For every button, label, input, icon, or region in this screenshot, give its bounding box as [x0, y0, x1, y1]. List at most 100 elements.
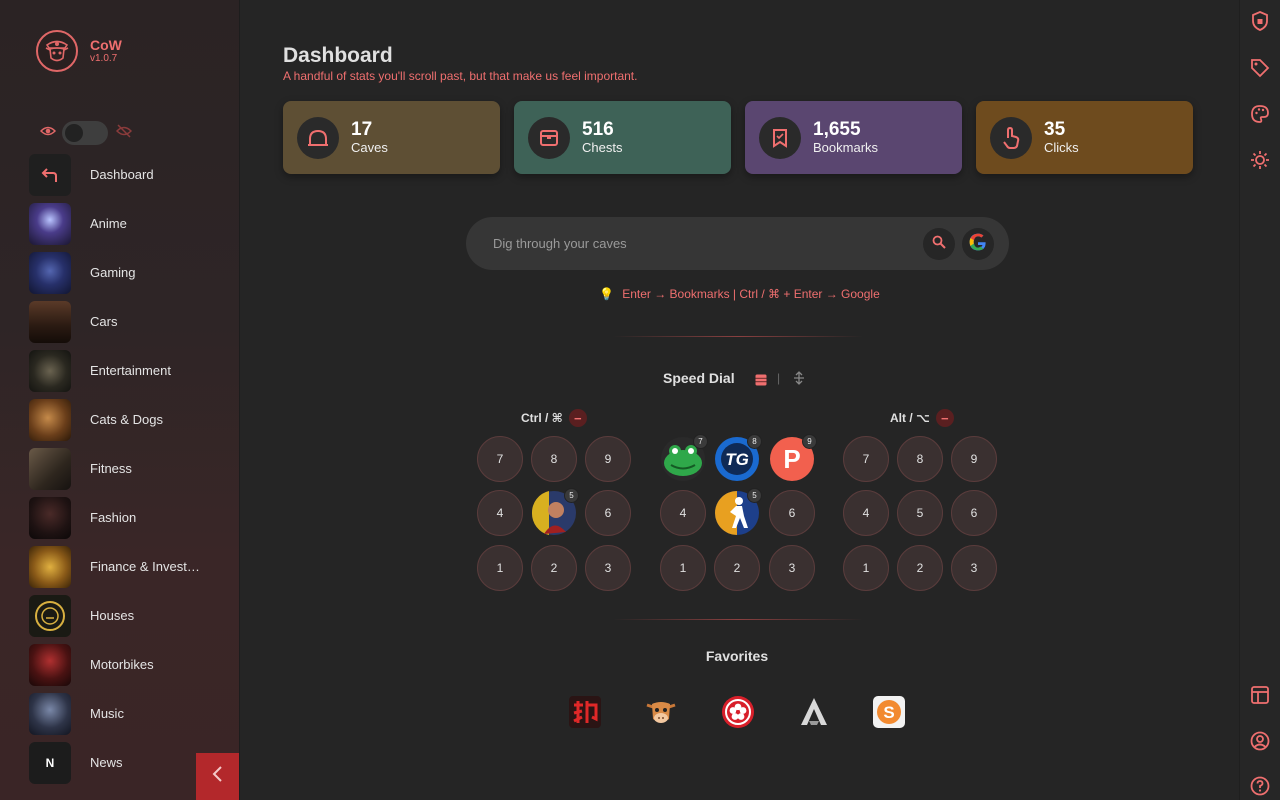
- slot-badge: 7: [693, 434, 708, 449]
- page-title: Dashboard: [283, 44, 393, 67]
- sidebar-item-cars[interactable]: Cars: [29, 297, 229, 346]
- sidebar-item-fashion[interactable]: Fashion: [29, 493, 229, 542]
- stat-value: 516: [582, 118, 614, 140]
- speed-dial-slot[interactable]: 9: [585, 436, 631, 482]
- google-icon: [968, 232, 988, 257]
- bulb-icon: 💡: [599, 287, 615, 301]
- speed-dial-slot[interactable]: 6: [585, 490, 631, 536]
- eye-off-icon: [115, 123, 133, 144]
- tag-icon[interactable]: [1249, 57, 1271, 79]
- sun-icon[interactable]: [1249, 149, 1271, 171]
- sidebar-item-houses[interactable]: Houses: [29, 591, 229, 640]
- eye-icon: [39, 123, 57, 144]
- sidebar-item-motorbikes[interactable]: Motorbikes: [29, 640, 229, 689]
- sidebar-item-dashboard[interactable]: Dashboard: [29, 150, 229, 199]
- move-icon[interactable]: [793, 371, 805, 385]
- orange-s-icon: S: [873, 696, 905, 728]
- speed-dial-slot[interactable]: 3: [951, 545, 997, 591]
- search-input[interactable]: [493, 236, 893, 251]
- speed-dial-slot[interactable]: 1: [477, 545, 523, 591]
- collapse-sidebar-button[interactable]: [196, 753, 239, 800]
- favorites-title: Favorites: [705, 648, 769, 664]
- speed-dial-slot-filled[interactable]: P 9: [769, 434, 817, 482]
- right-rail: [1239, 0, 1280, 800]
- entertainment-thumb-icon: [29, 349, 71, 392]
- stat-card-bookmarks[interactable]: 1,655 Bookmarks: [745, 101, 962, 174]
- svg-text:S: S: [883, 703, 894, 722]
- palette-icon[interactable]: [1249, 103, 1271, 125]
- main-content: Dashboard A handful of stats you'll scro…: [240, 0, 1239, 800]
- speed-dial-slot-filled[interactable]: 5: [714, 488, 762, 536]
- stat-value: 35: [1044, 118, 1066, 140]
- speed-dial-slot[interactable]: 4: [660, 490, 706, 536]
- speed-dial-slot[interactable]: 1: [843, 545, 889, 591]
- sidebar-item-music[interactable]: Music: [29, 689, 229, 738]
- speed-dial-slot[interactable]: 8: [897, 436, 943, 482]
- favorite-item[interactable]: [721, 695, 755, 729]
- help-icon[interactable]: [1249, 775, 1271, 797]
- speed-dial-slot[interactable]: 2: [897, 545, 943, 591]
- speed-dial-slot-filled[interactable]: 5: [531, 488, 579, 536]
- svg-text:P: P: [783, 444, 800, 474]
- speed-dial-slot[interactable]: 6: [951, 490, 997, 536]
- sidebar-item-label: Houses: [90, 608, 135, 623]
- sidebar-nav: Dashboard Anime Gaming Cars Entertainmen…: [29, 150, 229, 787]
- speed-dial-slot[interactable]: 2: [531, 545, 577, 591]
- speed-dial-slot[interactable]: 4: [843, 490, 889, 536]
- speed-dial-slot-filled[interactable]: TG 8: [714, 434, 762, 482]
- stat-card-clicks[interactable]: 35 Clicks: [976, 101, 1193, 174]
- brand-version: v1.0.7: [90, 53, 118, 64]
- search-button[interactable]: [923, 228, 955, 260]
- speed-dial-separator: |: [777, 371, 781, 385]
- favorite-item[interactable]: [797, 695, 831, 729]
- stat-card-caves[interactable]: 17 Caves: [283, 101, 500, 174]
- svg-text:TG: TG: [725, 450, 749, 469]
- search-icon: [932, 235, 946, 254]
- stat-card-chests[interactable]: 516 Chests: [514, 101, 731, 174]
- grid-view-icon[interactable]: [755, 373, 767, 386]
- speed-dial-slot[interactable]: 5: [897, 490, 943, 536]
- search-hint-text: Enter → Bookmarks | Ctrl / ⌘ + Enter → G…: [622, 287, 880, 301]
- sidebar-item-fitness[interactable]: Fitness: [29, 444, 229, 493]
- sidebar-item-label: Music: [90, 706, 124, 721]
- layout-icon[interactable]: [1249, 684, 1271, 706]
- sidebar-item-label: Fashion: [90, 510, 137, 525]
- speed-dial-slot[interactable]: 6: [769, 490, 815, 536]
- divider: [613, 619, 863, 620]
- brand[interactable]: CoW v1.0.7: [36, 30, 122, 72]
- shield-icon[interactable]: [1249, 10, 1271, 32]
- speed-dial-slot[interactable]: 7: [477, 436, 523, 482]
- sidebar-item-cats-dogs[interactable]: Cats & Dogs: [29, 395, 229, 444]
- sidebar-item-label: Anime: [90, 216, 127, 231]
- google-search-button[interactable]: [962, 228, 994, 260]
- visibility-toggle-row: [39, 121, 133, 145]
- sidebar-item-anime[interactable]: Anime: [29, 199, 229, 248]
- speed-dial-slot[interactable]: 4: [477, 490, 523, 536]
- speed-dial-slot[interactable]: 3: [585, 545, 631, 591]
- user-circle-icon[interactable]: [1249, 730, 1271, 752]
- speed-dial-slot-filled[interactable]: 7: [660, 434, 708, 482]
- speed-dial-slot[interactable]: 7: [843, 436, 889, 482]
- sidebar-item-label: Entertainment: [90, 363, 171, 378]
- sidebar-item-gaming[interactable]: Gaming: [29, 248, 229, 297]
- cars-thumb-icon: [29, 300, 71, 343]
- speed-dial-slot[interactable]: 1: [660, 545, 706, 591]
- favorite-item[interactable]: [644, 695, 678, 729]
- favorite-item[interactable]: S: [872, 695, 906, 729]
- finance-thumb-icon: [29, 545, 71, 588]
- speed-dial-slot[interactable]: 3: [769, 545, 815, 591]
- favorite-item[interactable]: [568, 695, 602, 729]
- visibility-toggle[interactable]: [62, 121, 108, 145]
- cow-face-icon: [646, 702, 676, 723]
- news-thumb-icon: N: [29, 741, 71, 784]
- sidebar-item-entertainment[interactable]: Entertainment: [29, 346, 229, 395]
- speed-dial-slot[interactable]: 8: [531, 436, 577, 482]
- speed-dial-slot[interactable]: 9: [951, 436, 997, 482]
- app: CoW v1.0.7 Dashboard Anime Gaming Cars E…: [0, 0, 1280, 800]
- speed-dial-slot[interactable]: 2: [714, 545, 760, 591]
- remove-alt-group-button[interactable]: −: [935, 409, 954, 427]
- fitness-thumb-icon: [29, 447, 71, 490]
- remove-ctrl-group-button[interactable]: −: [568, 409, 587, 427]
- gaming-thumb-icon: [29, 251, 71, 294]
- sidebar-item-finance[interactable]: Finance & Invest…: [29, 542, 229, 591]
